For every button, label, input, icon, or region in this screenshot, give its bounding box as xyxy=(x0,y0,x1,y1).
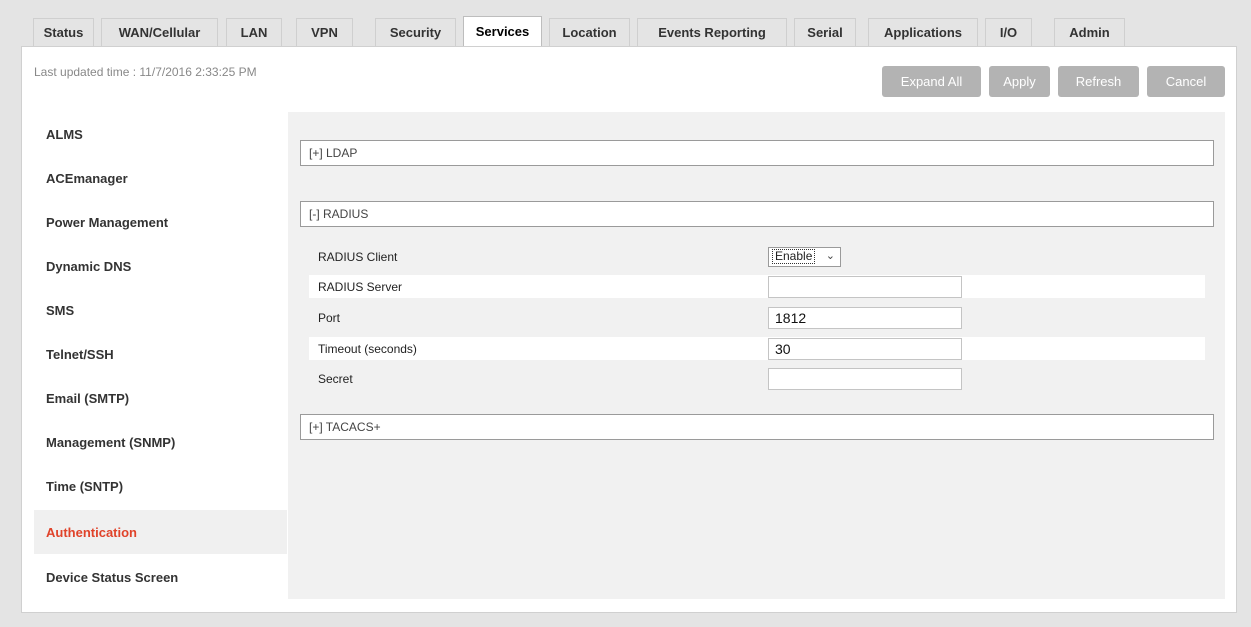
radius-section-header[interactable]: [-] RADIUS xyxy=(300,201,1214,227)
tab-applications[interactable]: Applications xyxy=(868,18,978,46)
radius-server-row: RADIUS Server xyxy=(309,275,1205,298)
radius-client-value: Enable xyxy=(772,249,816,264)
tab-location[interactable]: Location xyxy=(549,18,630,46)
tab-vpn[interactable]: VPN xyxy=(296,18,353,46)
cancel-button[interactable]: Cancel xyxy=(1147,66,1225,97)
radius-server-input[interactable] xyxy=(768,275,962,298)
tab-status[interactable]: Status xyxy=(33,18,94,46)
ldap-section-header[interactable]: [+] LDAP xyxy=(300,140,1214,166)
tab-security[interactable]: Security xyxy=(375,18,456,46)
sidebar-item-alms[interactable]: ALMS xyxy=(34,112,287,156)
radius-client-row: RADIUS Client Enable ⌄ xyxy=(309,245,1205,268)
radius-server-label: RADIUS Server xyxy=(318,279,403,294)
tab-lan[interactable]: LAN xyxy=(226,18,282,46)
sidebar-item-acemanager[interactable]: ACEmanager xyxy=(34,156,287,200)
port-label: Port xyxy=(318,310,341,325)
sidebar-item-dynamic-dns[interactable]: Dynamic DNS xyxy=(34,244,287,288)
radius-client-select[interactable]: Enable ⌄ xyxy=(768,246,841,267)
radius-client-label: RADIUS Client xyxy=(318,249,398,264)
sidebar-item-management-snmp[interactable]: Management (SNMP) xyxy=(34,420,287,464)
expand-all-button[interactable]: Expand All xyxy=(882,66,981,97)
tab-wan-cellular[interactable]: WAN/Cellular xyxy=(101,18,218,46)
sidebar: ALMS ACEmanager Power Management Dynamic… xyxy=(34,112,287,599)
tacacs-section-header[interactable]: [+] TACACS+ xyxy=(300,414,1214,440)
apply-button[interactable]: Apply xyxy=(989,66,1050,97)
tab-serial[interactable]: Serial xyxy=(794,18,856,46)
refresh-button[interactable]: Refresh xyxy=(1058,66,1139,97)
tab-events-reporting[interactable]: Events Reporting xyxy=(637,18,787,46)
timeout-label: Timeout (seconds) xyxy=(318,341,417,356)
tab-services[interactable]: Services xyxy=(463,16,542,46)
chevron-down-icon: ⌄ xyxy=(825,249,835,262)
sidebar-item-sms[interactable]: SMS xyxy=(34,288,287,332)
secret-label: Secret xyxy=(318,371,353,386)
sidebar-item-device-status-screen[interactable]: Device Status Screen xyxy=(34,555,287,599)
last-updated-text: Last updated time : 11/7/2016 2:33:25 PM xyxy=(34,65,257,79)
sidebar-item-time-sntp[interactable]: Time (SNTP) xyxy=(34,464,287,508)
port-row: Port 1812 xyxy=(309,306,1205,329)
sidebar-item-authentication[interactable]: Authentication xyxy=(34,510,287,554)
timeout-row: Timeout (seconds) 30 xyxy=(309,337,1205,360)
timeout-input[interactable]: 30 xyxy=(768,337,962,360)
sidebar-item-power-management[interactable]: Power Management xyxy=(34,200,287,244)
secret-input[interactable] xyxy=(768,367,962,390)
tab-io[interactable]: I/O xyxy=(985,18,1032,46)
tab-admin[interactable]: Admin xyxy=(1054,18,1125,46)
secret-row: Secret xyxy=(309,367,1205,390)
sidebar-item-telnet-ssh[interactable]: Telnet/SSH xyxy=(34,332,287,376)
sidebar-item-email-smtp[interactable]: Email (SMTP) xyxy=(34,376,287,420)
port-input[interactable]: 1812 xyxy=(768,306,962,329)
